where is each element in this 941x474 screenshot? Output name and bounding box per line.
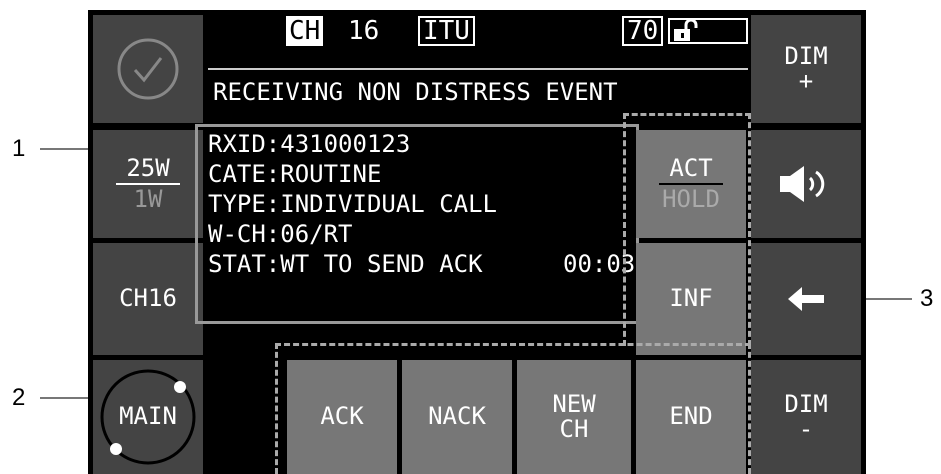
callout-label-3: 3: [920, 285, 934, 312]
left-arrow-icon: [788, 287, 824, 311]
message-area: RXID:431000123 CATE:ROUTINE TYPE:INDIVID…: [195, 124, 639, 324]
main-label: MAIN: [119, 402, 177, 431]
type-line: TYPE:INDIVIDUAL CALL: [208, 190, 497, 218]
checkmark-icon: [117, 38, 179, 100]
speaker-button[interactable]: [751, 130, 861, 238]
callout-label-2: 2: [12, 384, 26, 411]
header-bar: CH 16 ITU 70: [208, 10, 748, 70]
ch-label: CH: [286, 16, 324, 46]
work-channel-line: W-CH:06/RT: [208, 220, 353, 248]
speaker-icon: [780, 166, 825, 202]
main-button[interactable]: MAIN: [93, 360, 203, 474]
radio-screen: CH 16 ITU 70 RECEIVING NON DISTRESS EVEN…: [88, 10, 866, 474]
dim-minus-button[interactable]: DIM -: [751, 360, 861, 474]
ch16-button[interactable]: CH16: [93, 243, 203, 355]
status-line: RECEIVING NON DISTRESS EVENT: [213, 78, 618, 106]
power-low-label: 1W: [133, 185, 163, 213]
rxid-line: RXID:431000123: [208, 130, 411, 158]
back-button[interactable]: [751, 243, 861, 355]
unlock-icon: [668, 18, 748, 44]
header-divider: [208, 68, 748, 70]
confirm-button[interactable]: [93, 15, 203, 123]
dim-minus-top-label: DIM: [784, 389, 828, 418]
dashed-highlight-bottom: [275, 343, 751, 474]
ch-number: 16: [348, 16, 380, 46]
status-row: STAT:WT TO SEND ACK 00:03: [208, 249, 636, 279]
dim-plus-button[interactable]: DIM +: [751, 15, 861, 123]
stat-line: STAT:WT TO SEND ACK: [208, 250, 483, 278]
volume-level: 70: [622, 16, 664, 46]
callout-label-1: 1: [12, 135, 26, 162]
dim-minus-bottom-label: -: [798, 415, 814, 443]
dim-plus-bottom-label: +: [798, 67, 814, 95]
power-toggle-button[interactable]: 25W 1W: [93, 130, 203, 238]
category-line: CATE:ROUTINE: [208, 160, 382, 188]
ch-mode: ITU: [418, 16, 475, 46]
power-high-label: 25W: [126, 153, 170, 182]
dashed-highlight-right: [623, 113, 751, 346]
dim-plus-top-label: DIM: [784, 41, 828, 70]
